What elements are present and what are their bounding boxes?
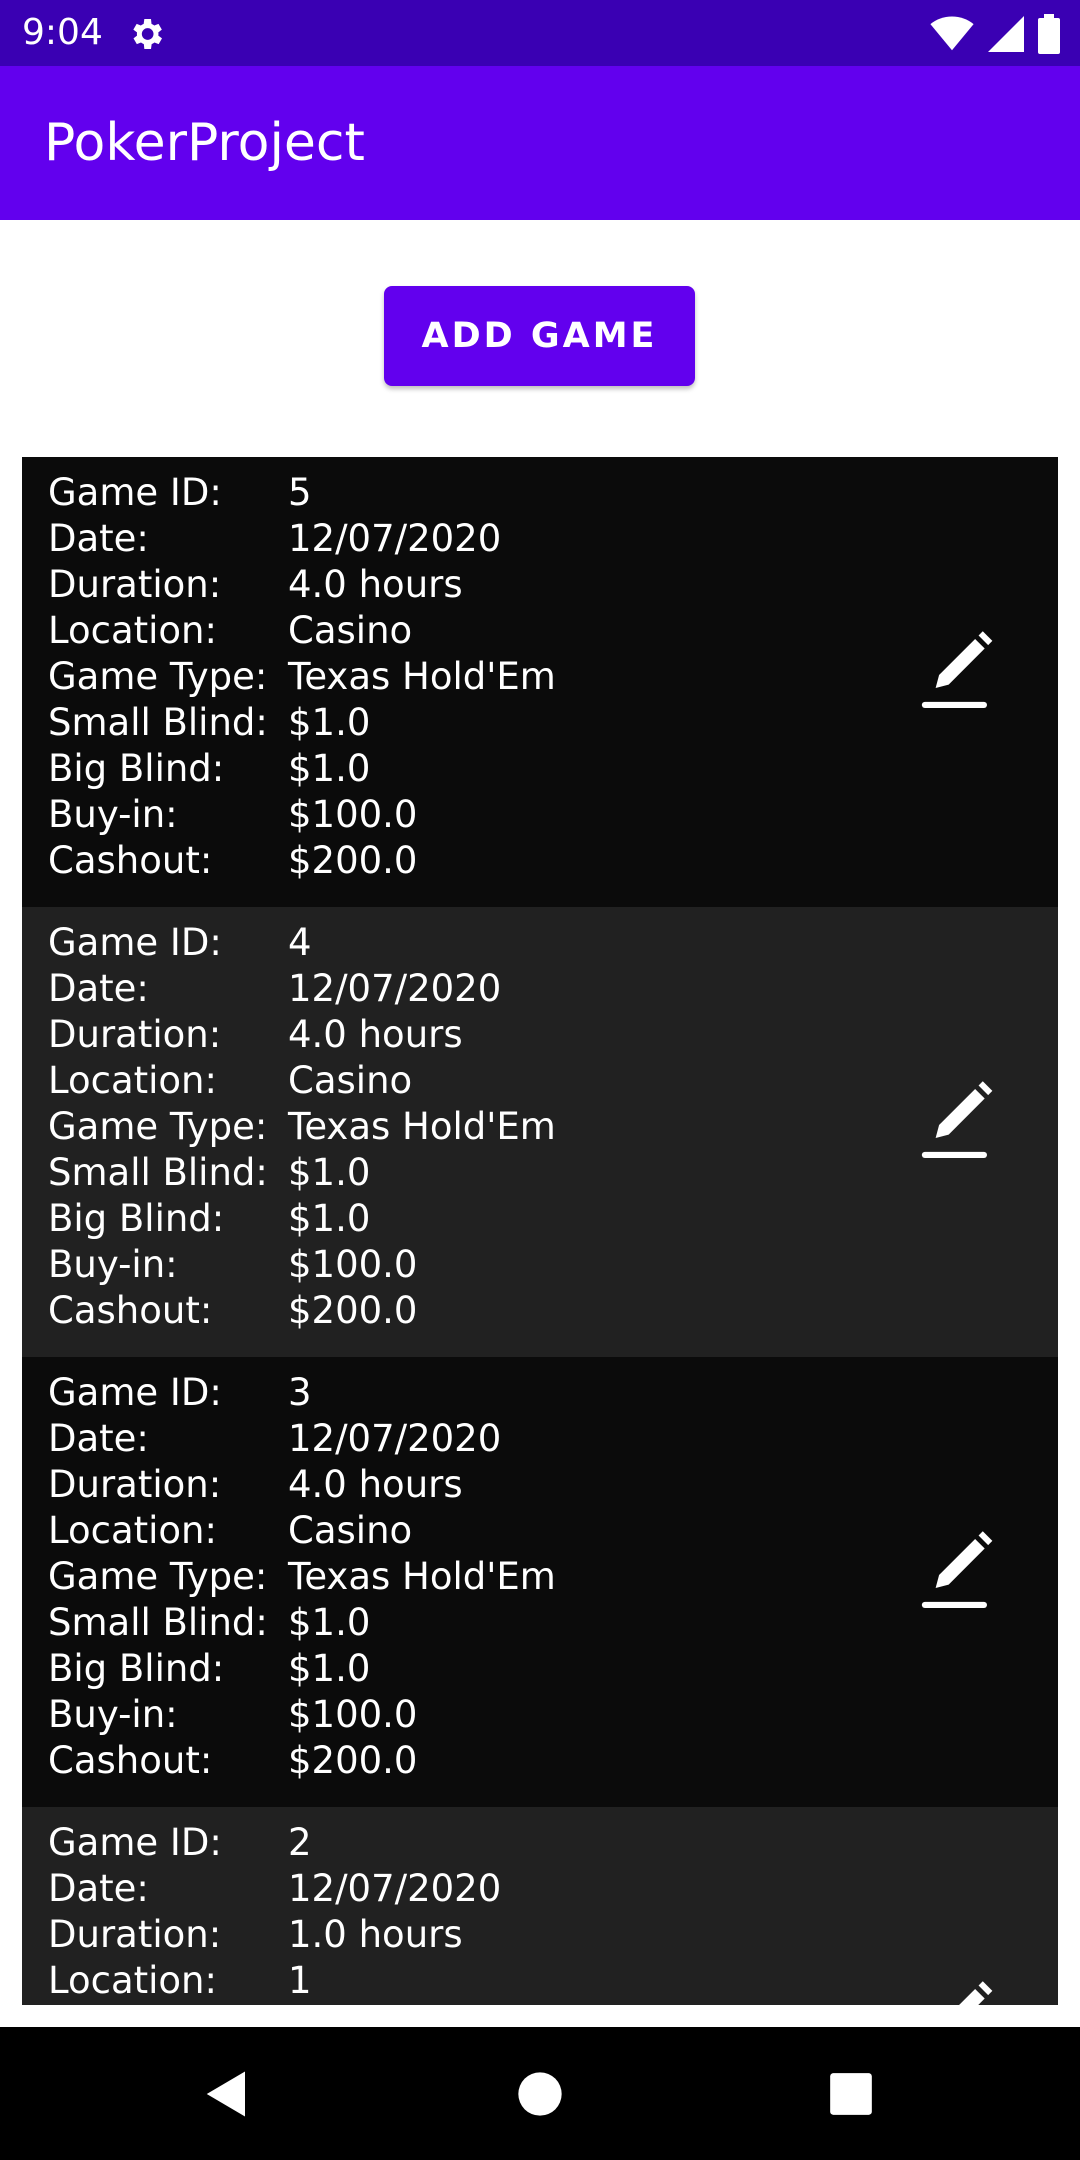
signal-icon	[988, 16, 1024, 52]
duration-label: Duration:	[48, 1913, 222, 1956]
duration-value: 4.0 hours	[288, 1013, 463, 1056]
date-label: Date:	[48, 967, 149, 1010]
game-type-label: Game Type:	[48, 1105, 268, 1148]
date-label: Date:	[48, 517, 149, 560]
gear-icon	[133, 19, 162, 49]
game-type-label: Game Type:	[48, 655, 268, 698]
navigation-bar	[0, 2027, 1080, 2160]
location-label: Location:	[48, 1959, 217, 2002]
duration-label: Duration:	[48, 563, 222, 606]
cashout-label: Cashout:	[48, 1739, 213, 1782]
date-value: 12/07/2020	[288, 1417, 502, 1460]
big-blind-value: $1.0	[288, 1197, 371, 1240]
game-id-label: Game ID:	[48, 1371, 222, 1414]
edit-icon[interactable]	[918, 1529, 1010, 1621]
game-id-value: 2	[288, 1821, 312, 1864]
add-game-button[interactable]: ADD GAME	[384, 286, 695, 386]
buy-in-value: $100.0	[288, 793, 418, 836]
date-label: Date:	[48, 1417, 149, 1460]
date-value: 12/07/2020	[288, 517, 502, 560]
big-blind-value: $1.0	[288, 747, 371, 790]
cashout-value: $200.0	[288, 839, 418, 882]
buy-in-label: Buy-in:	[48, 793, 178, 836]
game-card[interactable]: Game ID: 2 Date: 12/07/2020 Duration: 1.0 h…	[22, 1807, 1058, 2005]
big-blind-label: Big Blind:	[48, 1647, 225, 1690]
game-id-label: Game ID:	[48, 1821, 222, 1864]
location-label: Location:	[48, 609, 217, 652]
big-blind-label: Big Blind:	[48, 747, 225, 790]
status-bar: 9:04	[0, 0, 1080, 66]
games-list[interactable]: Game ID: 5 Date: 12/07/2020 Duration: 4.0 h…	[22, 457, 1058, 2005]
status-time: 9:04	[22, 12, 103, 53]
buy-in-value: $100.0	[288, 1693, 418, 1736]
duration-value: 1.0 hours	[288, 1913, 463, 1956]
edit-icon[interactable]	[918, 1079, 1010, 1171]
cashout-value: $200.0	[288, 1289, 418, 1332]
small-blind-label: Small Blind:	[48, 1151, 268, 1194]
buy-in-label: Buy-in:	[48, 1693, 178, 1736]
date-value: 12/07/2020	[288, 967, 502, 1010]
buy-in-label: Buy-in:	[48, 1243, 178, 1286]
duration-value: 4.0 hours	[288, 563, 463, 606]
recents-icon[interactable]	[826, 2067, 876, 2121]
date-value: 12/07/2020	[288, 1867, 502, 1910]
edit-icon[interactable]	[918, 1979, 1010, 2005]
game-id-value: 3	[288, 1371, 312, 1414]
game-card[interactable]: Game ID: 4 Date: 12/07/2020 Duration: 4.0 h…	[22, 907, 1058, 1357]
duration-label: Duration:	[48, 1013, 222, 1056]
duration-label: Duration:	[48, 1463, 222, 1506]
battery-icon	[1038, 14, 1060, 54]
cashout-value: $200.0	[288, 1739, 418, 1782]
game-id-label: Game ID:	[48, 471, 222, 514]
game-card[interactable]: Game ID: 5 Date: 12/07/2020 Duration: 4.0 h…	[22, 457, 1058, 907]
edit-icon[interactable]	[918, 629, 1010, 721]
small-blind-label: Small Blind:	[48, 701, 268, 744]
game-card[interactable]: Game ID: 3 Date: 12/07/2020 Duration: 4.0 h…	[22, 1357, 1058, 1807]
home-icon[interactable]	[514, 2067, 566, 2121]
big-blind-label: Big Blind:	[48, 1197, 225, 1240]
game-id-label: Game ID:	[48, 921, 222, 964]
wifi-icon	[930, 16, 974, 51]
app-bar: PokerProject	[0, 66, 1080, 220]
cashout-label: Cashout:	[48, 1289, 213, 1332]
big-blind-value: $1.0	[288, 1647, 371, 1690]
location-label: Location:	[48, 1059, 217, 1102]
buy-in-value: $100.0	[288, 1243, 418, 1286]
date-label: Date:	[48, 1867, 149, 1910]
cashout-label: Cashout:	[48, 839, 213, 882]
small-blind-label: Small Blind:	[48, 1601, 268, 1644]
location-label: Location:	[48, 1509, 217, 1552]
game-id-value: 5	[288, 471, 312, 514]
back-icon[interactable]	[200, 2067, 254, 2121]
duration-value: 4.0 hours	[288, 1463, 463, 1506]
game-type-label: Game Type:	[48, 1555, 268, 1598]
status-icons	[930, 14, 1060, 54]
app-title: PokerProject	[44, 113, 365, 173]
game-id-value: 4	[288, 921, 312, 964]
